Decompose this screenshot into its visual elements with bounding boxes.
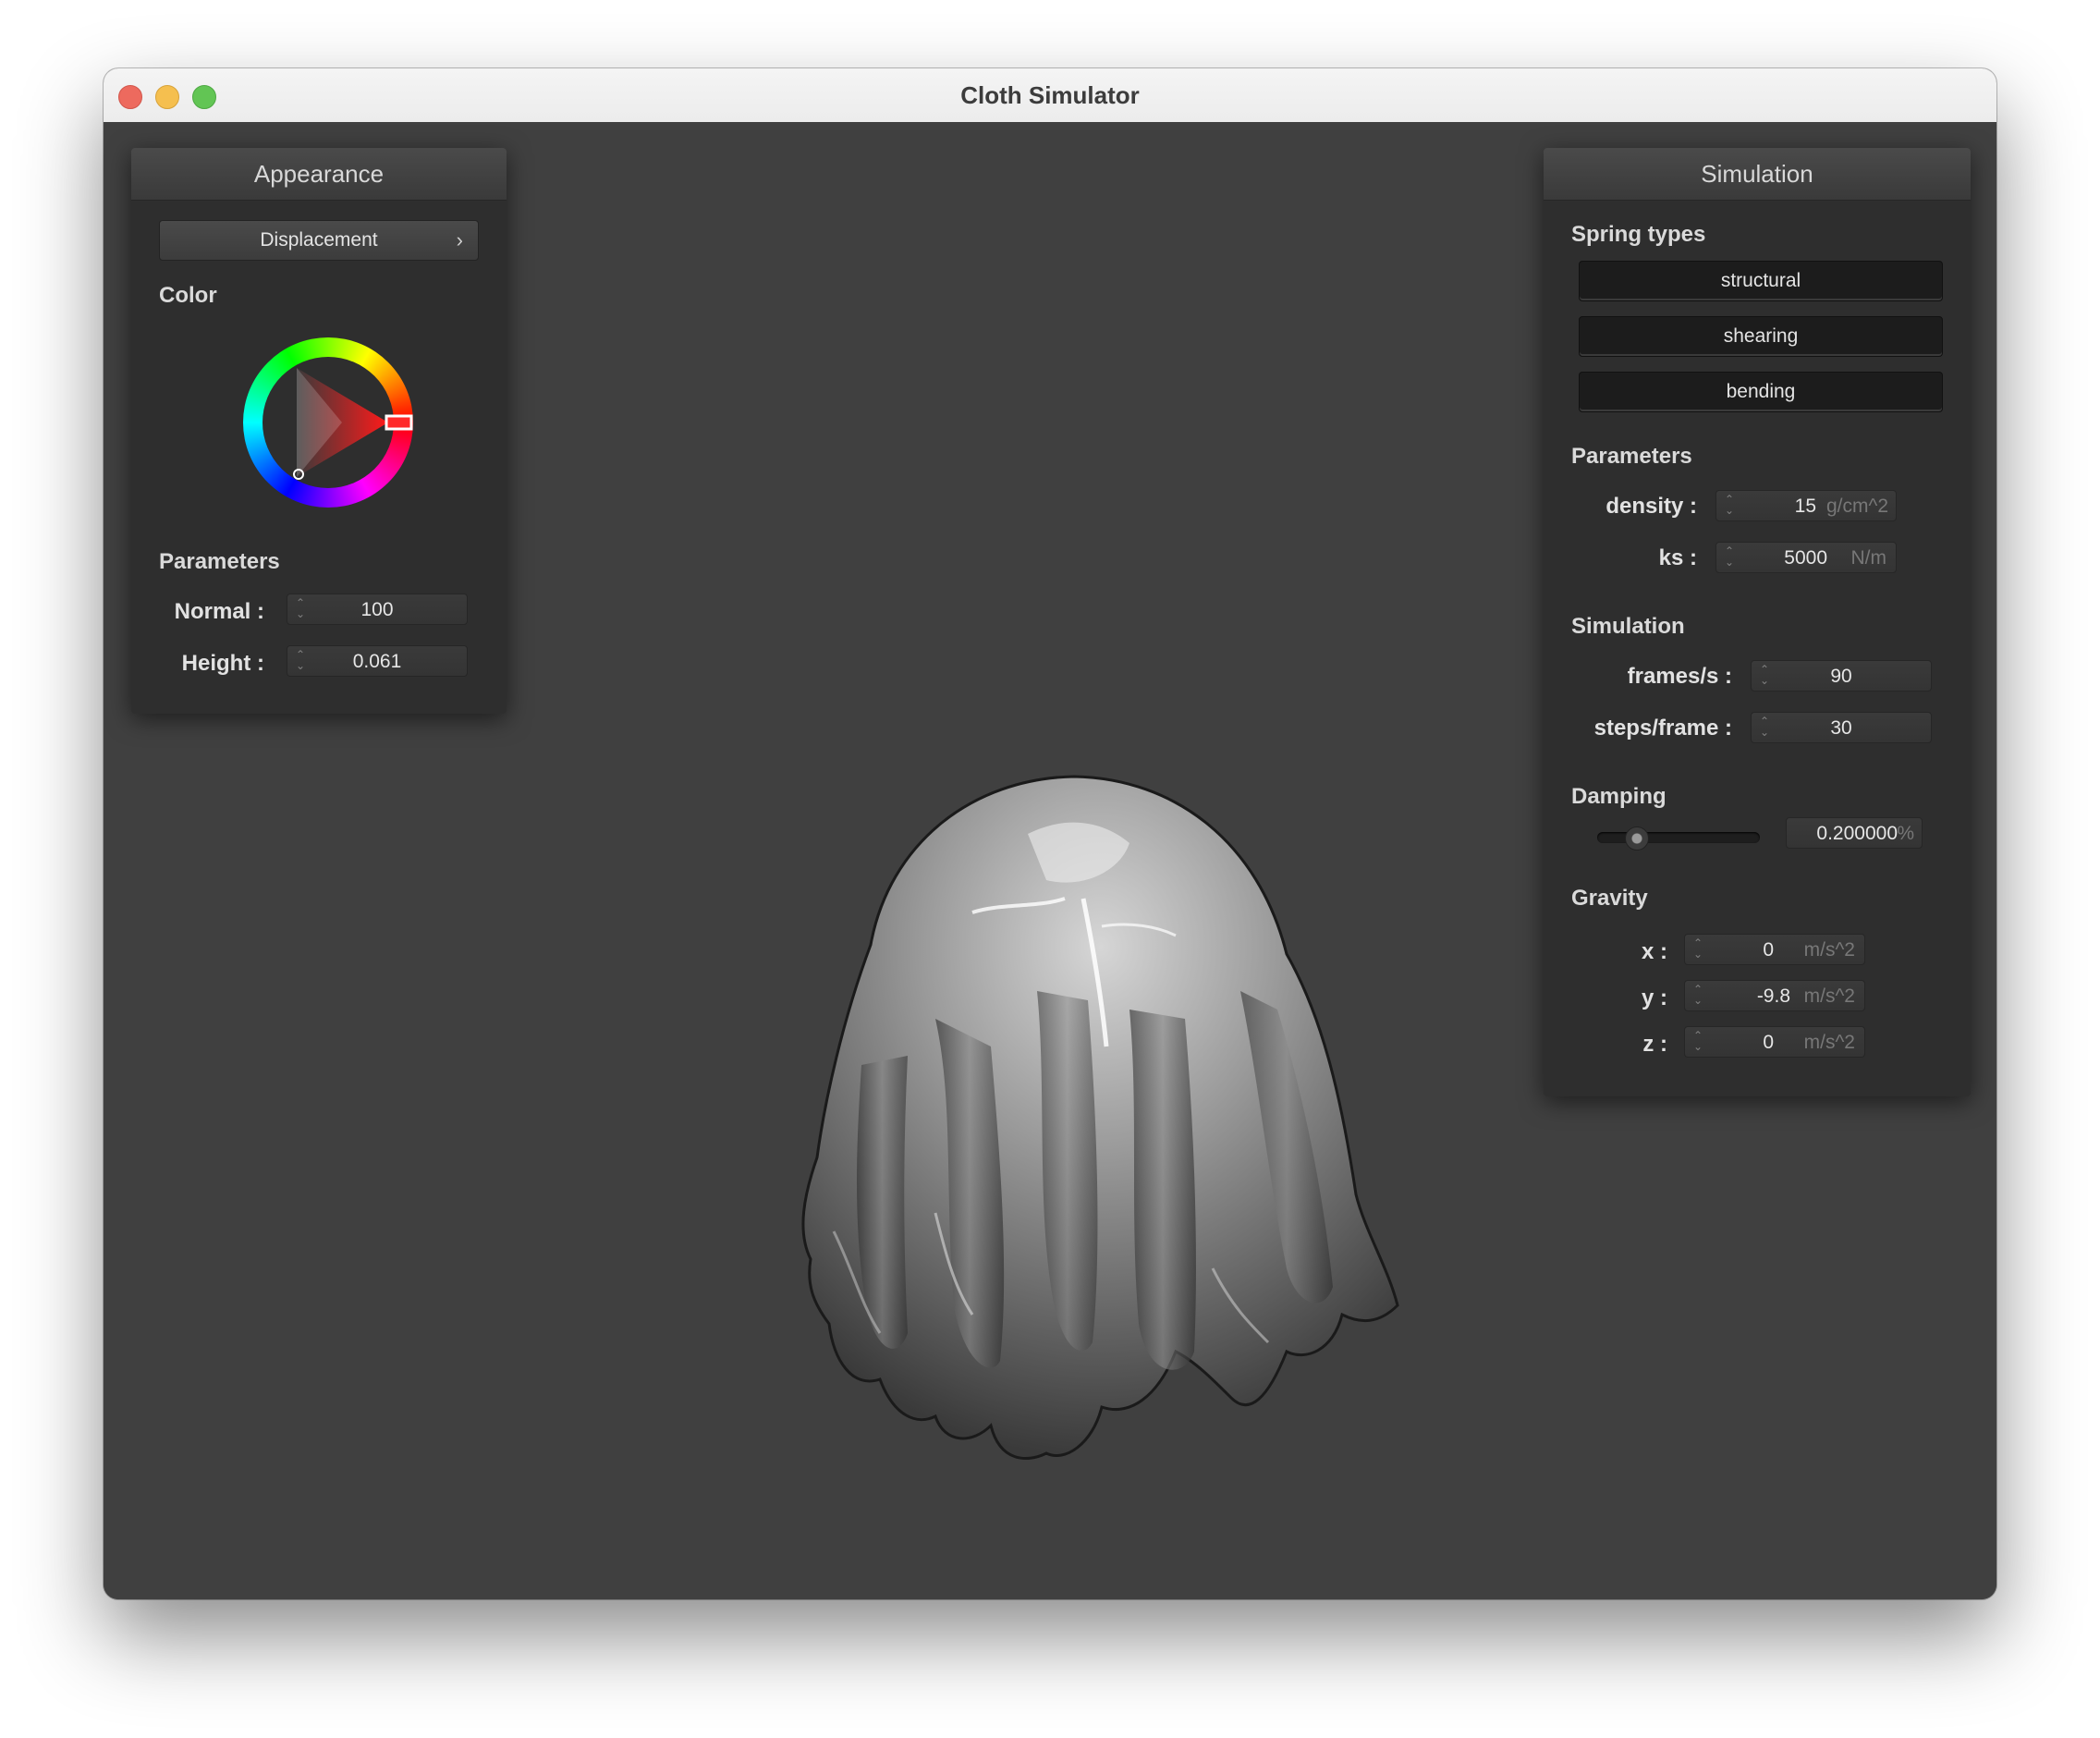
color-wheel[interactable] xyxy=(240,335,416,510)
sim-params-label: Parameters xyxy=(1571,444,1692,469)
gravity-x-label: x : xyxy=(1641,939,1667,964)
damping-label: Damping xyxy=(1571,784,1667,809)
simulation-panel: Simulation Spring types structural shear… xyxy=(1544,148,1971,1096)
bending-toggle-button[interactable]: bending xyxy=(1579,372,1943,412)
cloth-mesh-render[interactable] xyxy=(695,714,1453,1472)
spinner-arrows-icon[interactable]: ⌃ ⌄ xyxy=(1692,937,1703,961)
gravity-y-input[interactable]: ⌃ ⌄ -9.8 m/s^2 xyxy=(1684,980,1865,1011)
gravity-z-label: z : xyxy=(1642,1032,1667,1057)
shearing-label: shearing xyxy=(1723,325,1799,347)
gravity-x-value: 0 xyxy=(1763,939,1774,961)
damping-value: 0.200000 xyxy=(1816,823,1898,844)
appearance-params-label: Parameters xyxy=(159,549,280,574)
window-title: Cloth Simulator xyxy=(960,81,1140,109)
title-bar: Cloth Simulator xyxy=(104,68,1996,123)
ks-value: 5000 xyxy=(1784,547,1827,569)
damping-slider[interactable] xyxy=(1597,826,1760,851)
density-value: 15 xyxy=(1794,496,1816,517)
3d-viewport[interactable]: Appearance Displacement › Color Paramete… xyxy=(104,122,1996,1599)
gravity-z-value: 0 xyxy=(1763,1032,1774,1053)
height-label: Height : xyxy=(181,651,264,676)
gravity-y-unit: m/s^2 xyxy=(1803,985,1855,1007)
appearance-panel: Appearance Displacement › Color Paramete… xyxy=(131,148,507,714)
fps-input[interactable]: ⌃ ⌄ 90 xyxy=(1751,660,1932,692)
appearance-panel-title: Appearance xyxy=(131,148,507,201)
density-unit: g/cm^2 xyxy=(1825,496,1888,517)
steps-value: 30 xyxy=(1830,717,1852,739)
gravity-z-unit: m/s^2 xyxy=(1803,1032,1855,1053)
shader-select-value: Displacement xyxy=(260,229,378,251)
steps-label: steps/frame : xyxy=(1593,716,1732,740)
normal-input[interactable]: ⌃ ⌄ 100 xyxy=(287,594,468,625)
height-value: 0.061 xyxy=(352,651,402,672)
gravity-x-unit: m/s^2 xyxy=(1803,939,1855,961)
spring-types-label: Spring types xyxy=(1571,222,1706,247)
density-input[interactable]: ⌃ ⌄ 15 g/cm^2 xyxy=(1715,490,1897,521)
ks-input[interactable]: ⌃ ⌄ 5000 N/m xyxy=(1715,542,1897,573)
simulation-section-label: Simulation xyxy=(1571,614,1685,639)
app-window: Cloth Simulator Appearance Displacement … xyxy=(104,68,1996,1599)
structural-label: structural xyxy=(1720,270,1801,291)
simulation-panel-title: Simulation xyxy=(1544,148,1971,201)
ks-unit: N/m xyxy=(1850,547,1887,569)
fps-value: 90 xyxy=(1830,666,1852,687)
shader-select[interactable]: Displacement › xyxy=(159,220,479,261)
normal-label: Normal : xyxy=(174,599,264,624)
gravity-label: Gravity xyxy=(1571,886,1648,911)
gravity-x-input[interactable]: ⌃ ⌄ 0 m/s^2 xyxy=(1684,934,1865,965)
gravity-z-input[interactable]: ⌃ ⌄ 0 m/s^2 xyxy=(1684,1026,1865,1058)
spinner-arrows-icon[interactable]: ⌃ ⌄ xyxy=(1724,545,1735,569)
density-label: density : xyxy=(1606,494,1697,519)
gravity-y-label: y : xyxy=(1641,985,1667,1010)
spinner-arrows-icon[interactable]: ⌃ ⌄ xyxy=(1692,1030,1703,1054)
spinner-arrows-icon[interactable]: ⌃ ⌄ xyxy=(1724,494,1735,518)
shearing-toggle-button[interactable]: shearing xyxy=(1579,316,1943,357)
ks-label: ks : xyxy=(1658,545,1697,570)
steps-input[interactable]: ⌃ ⌄ 30 xyxy=(1751,712,1932,743)
fps-label: frames/s : xyxy=(1627,664,1732,689)
normal-value: 100 xyxy=(360,599,394,620)
chevron-right-icon: › xyxy=(456,228,463,251)
damping-slider-knob[interactable] xyxy=(1625,826,1649,851)
damping-input[interactable]: 0.200000 % xyxy=(1786,817,1923,849)
hue-ring-handle[interactable] xyxy=(385,414,413,431)
gravity-y-value: -9.8 xyxy=(1756,985,1790,1007)
color-section-label: Color xyxy=(159,283,217,308)
height-input[interactable]: ⌃ ⌄ 0.061 xyxy=(287,645,468,677)
damping-unit: % xyxy=(1897,823,1914,844)
structural-toggle-button[interactable]: structural xyxy=(1579,261,1943,301)
bending-label: bending xyxy=(1726,381,1796,402)
spinner-arrows-icon[interactable]: ⌃ ⌄ xyxy=(1692,984,1703,1008)
